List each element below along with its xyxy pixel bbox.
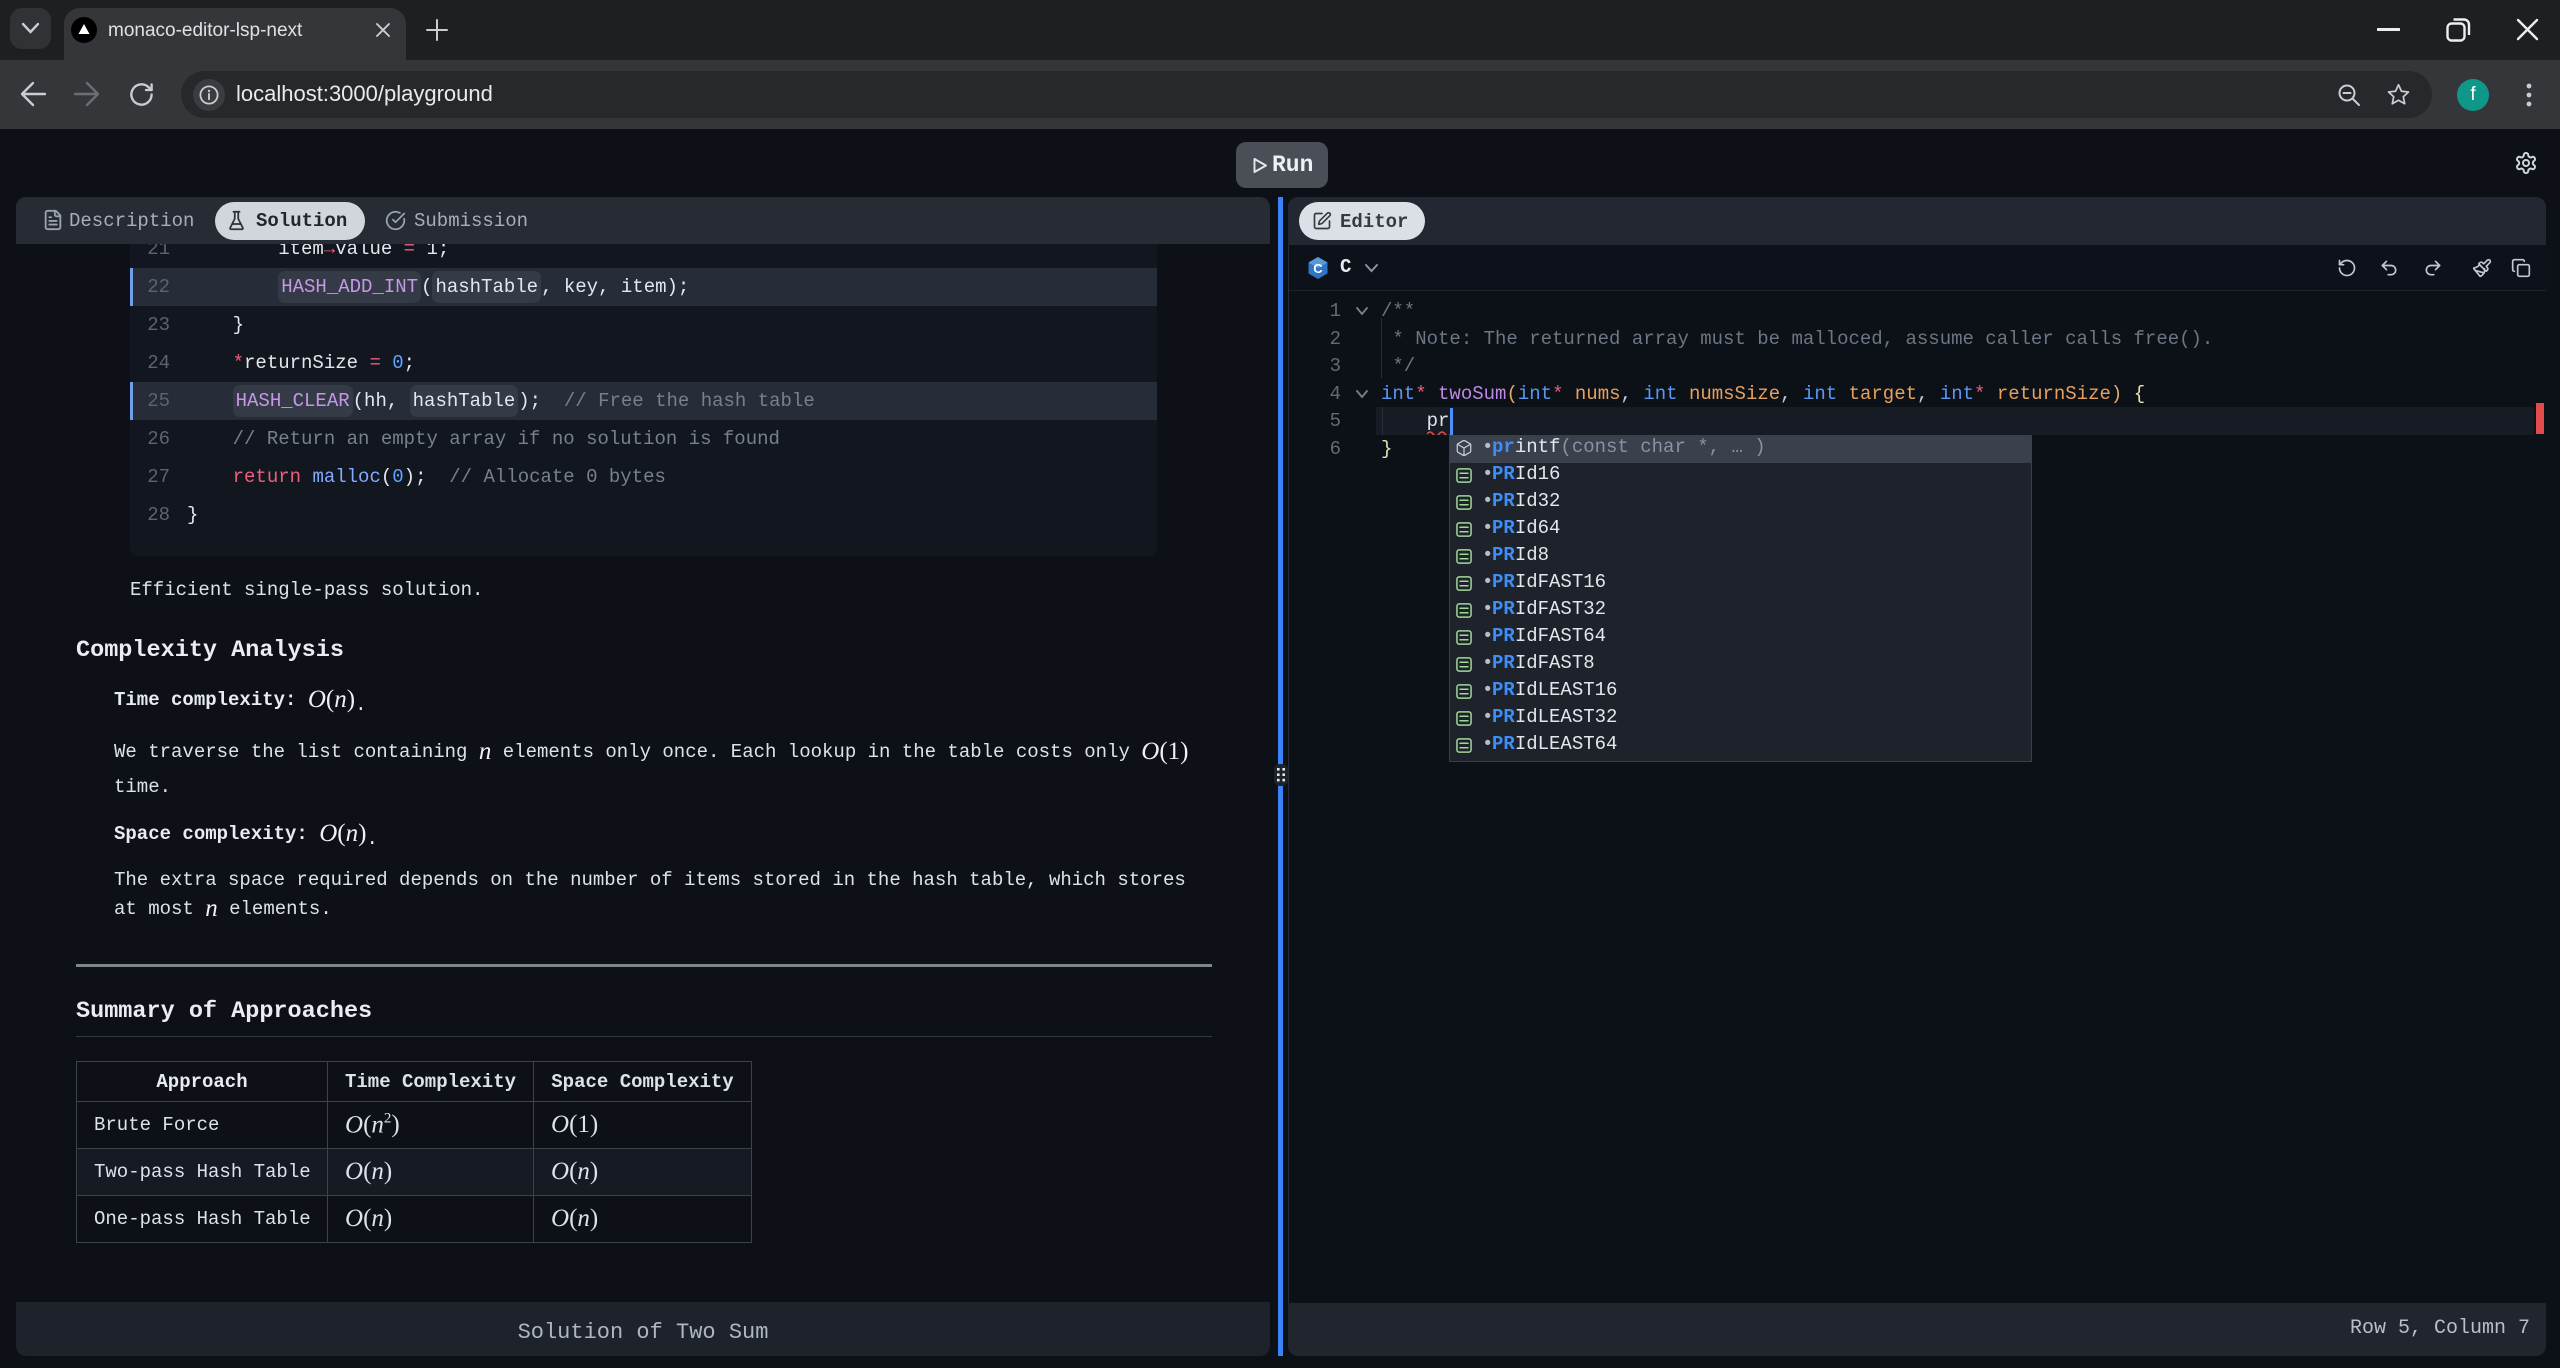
svg-text:C: C [1313, 261, 1323, 276]
